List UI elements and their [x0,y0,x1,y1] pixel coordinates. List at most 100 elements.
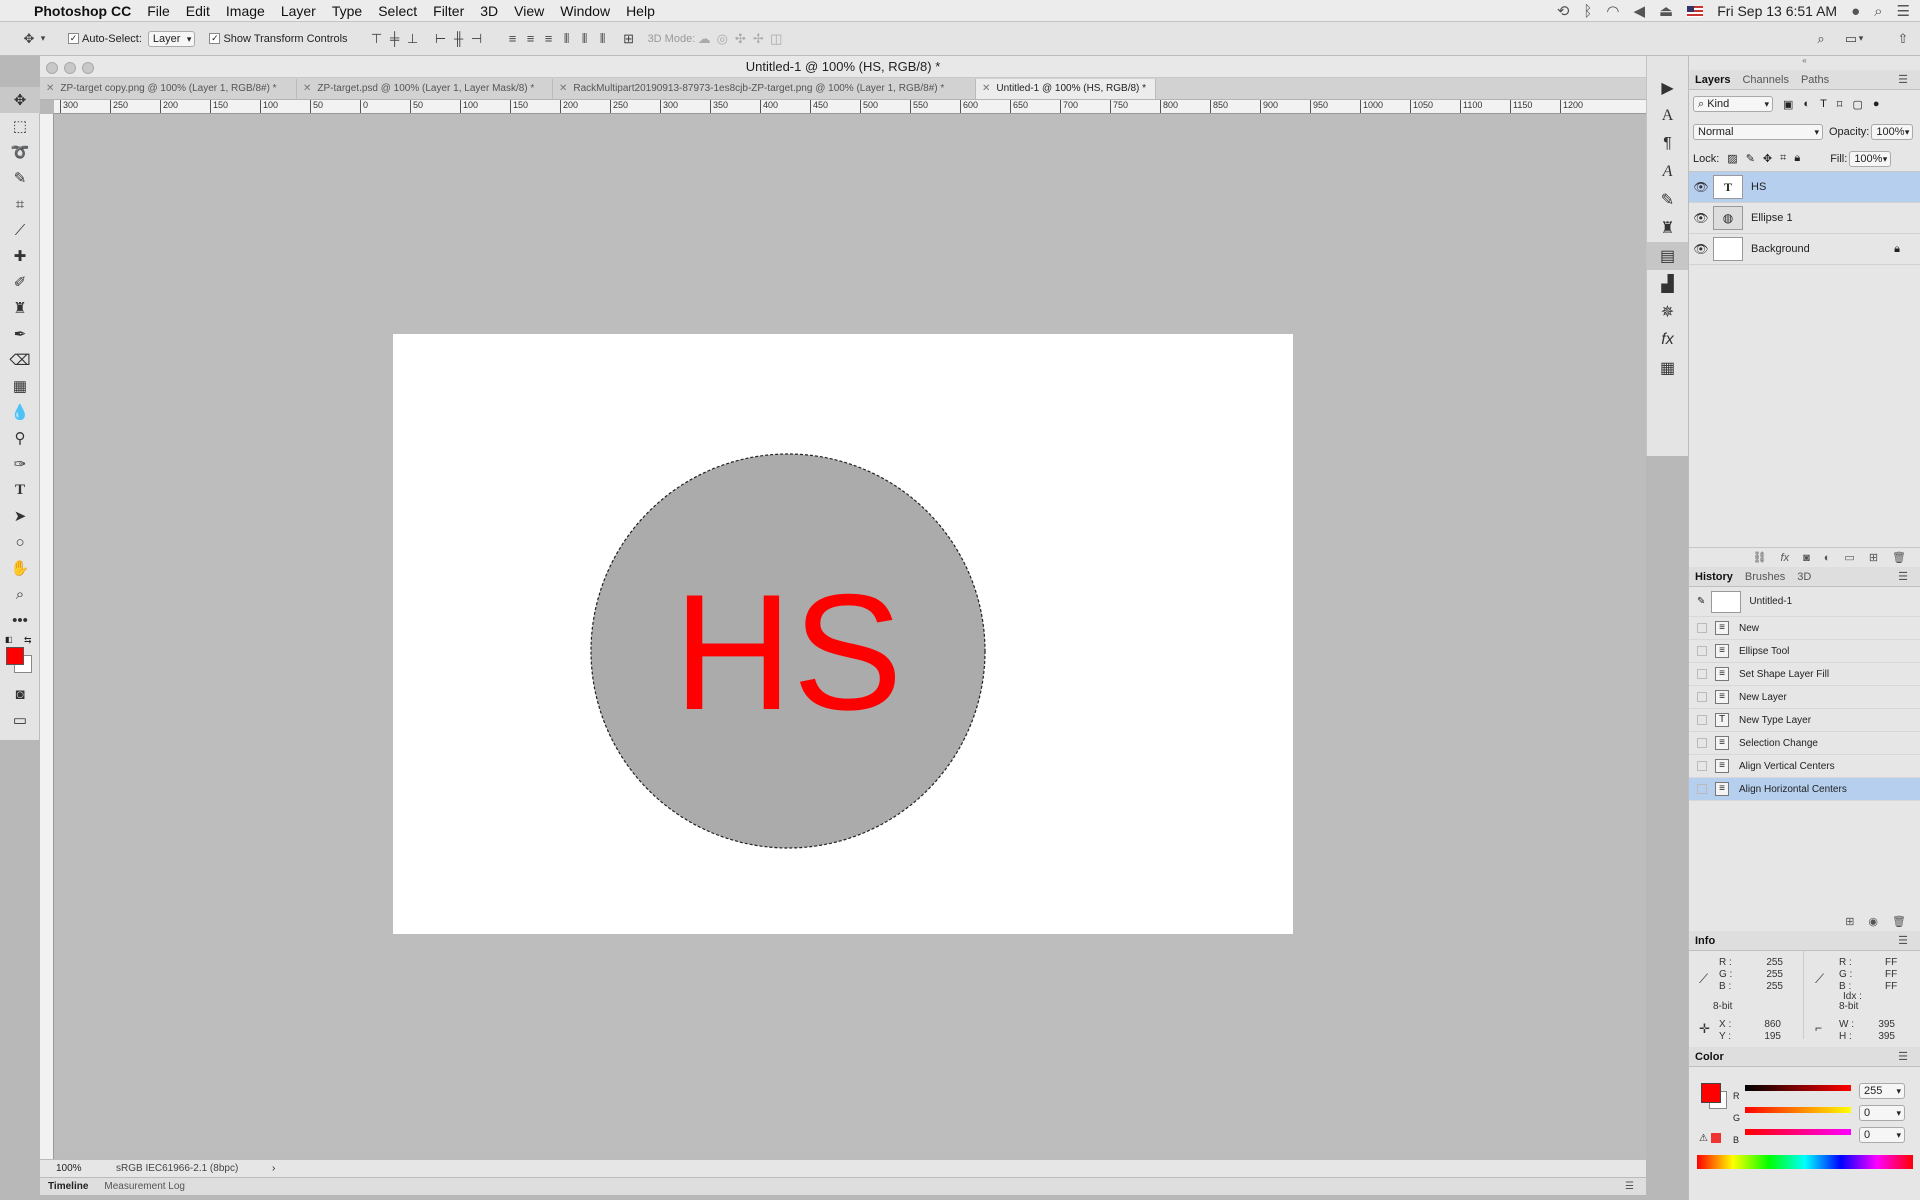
blue-slider-track[interactable] [1745,1129,1851,1135]
foreground-color-swatch[interactable] [6,647,24,665]
brush-settings-icon[interactable]: ✎ [1647,186,1688,214]
new-document-from-state-icon[interactable]: ⊞ [1845,915,1854,928]
tab-info[interactable]: Info [1689,935,1721,947]
close-tab-icon[interactable]: ✕ [303,83,311,94]
clone-stamp-tool-icon[interactable]: ♜ [0,295,40,321]
history-item[interactable]: ≡ Align Vertical Centers [1689,755,1920,778]
menu-window[interactable]: Window [552,3,618,19]
blur-tool-icon[interactable]: 💧 [0,399,40,425]
menu-image[interactable]: Image [218,3,273,19]
document-tab-active[interactable]: ✕ Untitled-1 @ 100% (HS, RGB/8) * [976,79,1156,99]
time-machine-icon[interactable]: ⟲ [1557,2,1570,20]
opacity-field[interactable]: 100% [1871,124,1914,140]
3d-orbit-icon[interactable]: ☁ [695,31,713,47]
layer-row-ellipse[interactable]: 👁︎ ◍ Ellipse 1 [1689,203,1920,234]
search-icon[interactable]: ⌕ [1812,31,1830,47]
delete-state-icon[interactable]: 🗑︎ [1892,915,1906,928]
link-layers-icon[interactable]: ⛓ [1753,551,1767,564]
dodge-tool-icon[interactable]: ⚲ [0,425,40,451]
status-arrow-icon[interactable]: › [272,1163,275,1174]
distribute-hcenter-icon[interactable]: ⦀ [576,31,594,47]
document-tab[interactable]: ✕ ZP-target copy.png @ 100% (Layer 1, RGB… [40,79,297,99]
red-slider-track[interactable] [1745,1085,1851,1091]
green-value-field[interactable]: 0 [1859,1105,1905,1121]
show-transform-checkbox[interactable]: ✓ [209,33,221,44]
adjustment-layer-icon[interactable]: ◐ [1824,552,1831,564]
tab-3d[interactable]: 3D [1791,571,1817,583]
distribute-top-icon[interactable]: ≡ [504,31,522,46]
clone-source-icon[interactable]: ♜ [1647,214,1688,242]
volume-icon[interactable]: ◀ [1634,2,1646,20]
color-fg-swatch[interactable] [1701,1083,1721,1103]
delete-layer-icon[interactable]: 🗑︎ [1892,551,1906,564]
filter-toggle-icon[interactable]: ● [1873,98,1880,110]
auto-align-icon[interactable]: ⊞ [620,31,638,47]
add-mask-icon[interactable]: ◙ [1803,552,1810,564]
marquee-tool-icon[interactable]: ⬚ [0,113,40,139]
more-tools-icon[interactable]: ••• [0,607,40,633]
history-source-checkbox[interactable] [1697,738,1707,748]
canvas-area[interactable]: HS [54,114,1646,1177]
collapse-icon[interactable]: « [1689,56,1920,70]
spotlight-search-icon[interactable]: ⌕ [1874,3,1882,20]
history-brush-source-icon[interactable]: ✎ [1697,596,1705,607]
brush-tool-icon[interactable]: ✐ [0,269,40,295]
ellipse-tool-icon[interactable]: ○ [0,529,40,555]
tab-history[interactable]: History [1689,571,1739,583]
gradient-tool-icon[interactable]: ▦ [0,373,40,399]
history-item[interactable]: ≡ New [1689,617,1920,640]
layer-filter-kind[interactable]: ⌕ Kind [1693,96,1773,112]
lock-artboard-icon[interactable]: ⌗ [1780,152,1786,165]
blue-value-field[interactable]: 0 [1859,1127,1905,1143]
new-layer-icon[interactable]: ⊞ [1869,551,1878,564]
blend-mode-dropdown[interactable]: Normal [1693,124,1823,140]
layer-row-hs[interactable]: 👁︎ T HS [1689,172,1920,203]
3d-scale-icon[interactable]: ◫ [767,31,785,47]
menu-view[interactable]: View [506,3,552,19]
filter-shape-icon[interactable]: ⌑ [1837,98,1843,111]
align-horizontal-center-icon[interactable]: ╫ [450,31,468,46]
window-minimize-button[interactable] [64,62,76,74]
hand-tool-icon[interactable]: ✋ [0,555,40,581]
vertical-ruler[interactable] [40,114,54,1177]
zoom-tool-icon[interactable]: ⌕ [0,581,40,607]
green-slider-track[interactable] [1745,1107,1851,1113]
user-icon[interactable]: ● [1851,3,1860,20]
pen-tool-icon[interactable]: ✑ [0,451,40,477]
history-source-checkbox[interactable] [1697,646,1707,656]
histogram-icon[interactable]: ▟ [1647,270,1688,298]
lock-pixels-icon[interactable]: ✎ [1746,152,1755,165]
layer-lock-icon[interactable]: 🔒︎ [1894,243,1900,256]
close-tab-icon[interactable]: ✕ [46,83,54,94]
close-tab-icon[interactable]: ✕ [982,83,990,94]
lock-position-icon[interactable]: ✥ [1763,152,1772,165]
default-colors-icon[interactable]: ◧ [5,635,13,644]
history-source-checkbox[interactable] [1697,715,1707,725]
screen-mode-icon[interactable]: ▭ [0,707,40,733]
history-item[interactable]: T New Type Layer [1689,709,1920,732]
panel-menu-icon[interactable]: ☰ [1617,1181,1642,1192]
fill-field[interactable]: 100% [1849,150,1892,167]
filter-adjustment-icon[interactable]: ◐ [1803,98,1810,110]
menu-help[interactable]: Help [618,3,663,19]
tab-paths[interactable]: Paths [1795,74,1835,86]
panel-menu-icon[interactable]: ☰ [1892,934,1914,947]
new-group-icon[interactable]: ▭ [1844,551,1854,564]
history-source-checkbox[interactable] [1697,761,1707,771]
tab-color[interactable]: Color [1689,1051,1730,1063]
menu-3d[interactable]: 3D [472,3,506,19]
layer-name[interactable]: HS [1751,181,1766,193]
document-canvas[interactable]: HS [393,334,1293,934]
lock-all-icon[interactable]: 🔒︎ [1794,152,1800,165]
quick-mask-icon[interactable]: ◙ [0,681,40,707]
character-panel-icon[interactable]: A [1647,102,1688,130]
history-source-checkbox[interactable] [1697,623,1707,633]
wifi-icon[interactable]: ◠ [1606,2,1619,20]
notification-center-icon[interactable]: ☰ [1897,2,1910,20]
history-snapshot[interactable]: ✎ Untitled-1 [1689,587,1920,617]
styles-fx-icon[interactable]: fx [1647,326,1688,354]
panel-menu-icon[interactable]: ☰ [1892,1050,1914,1063]
menu-app-name[interactable]: Photoshop CC [26,3,139,19]
bluetooth-icon[interactable]: ᛒ [1583,3,1592,20]
swap-colors-icon[interactable]: ⇆ [24,635,32,646]
